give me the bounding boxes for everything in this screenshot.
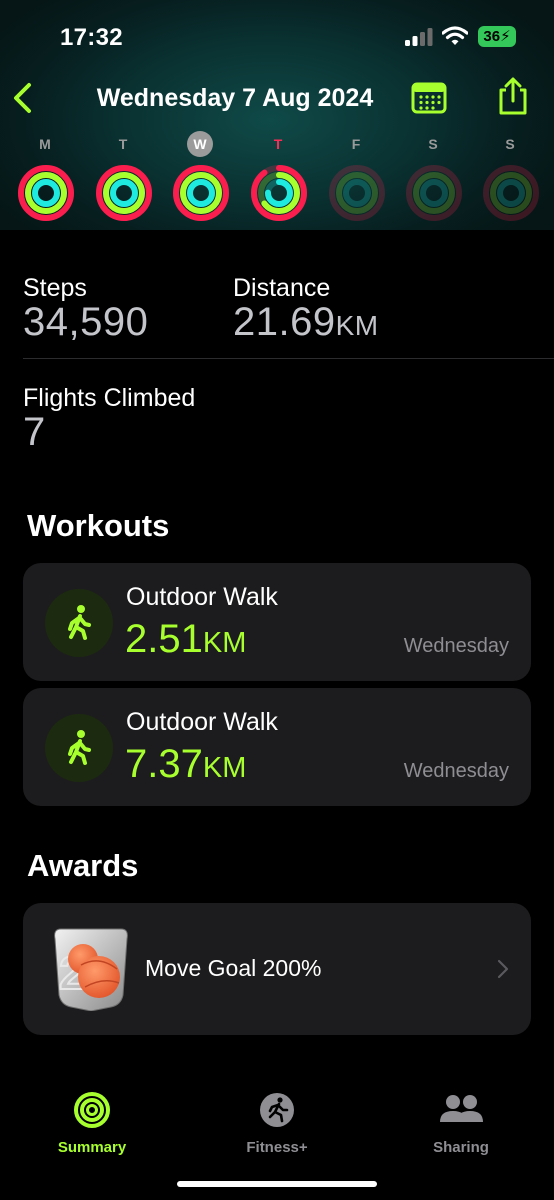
activity-rings-icon xyxy=(96,165,152,221)
workout-day: Wednesday xyxy=(403,760,509,782)
activity-rings-icon xyxy=(251,165,307,221)
workout-name: Outdoor Walk xyxy=(126,583,278,611)
stand-ring-progress xyxy=(110,179,138,207)
tab-label: Sharing xyxy=(433,1139,489,1156)
distance-value: 21.69KM xyxy=(233,300,379,345)
day-label: S xyxy=(505,136,515,152)
workout-icon-badge xyxy=(45,589,113,657)
workout-distance-unit: KM xyxy=(202,752,247,784)
steps-label: Steps xyxy=(23,274,87,302)
activity-rings-icon xyxy=(483,165,539,221)
day-6[interactable]: S xyxy=(480,132,540,221)
date-header: 17:32 36⚡ Wednesday 7 Aug 2024 M T W T F… xyxy=(0,0,554,230)
workout-day: Wednesday xyxy=(403,635,509,657)
steps-value: 34,590 xyxy=(23,300,149,344)
battery-level: 36 xyxy=(483,28,501,45)
activity-rings-icon xyxy=(173,165,229,221)
workout-distance-number: 7.37 xyxy=(125,742,203,786)
day-1[interactable]: T xyxy=(93,132,153,221)
day-3[interactable]: T xyxy=(248,132,308,221)
stand-ring-track xyxy=(420,179,448,207)
activity-rings-icon xyxy=(74,1092,110,1128)
day-2[interactable]: W xyxy=(170,131,230,221)
share-icon[interactable] xyxy=(496,76,530,116)
day-0[interactable]: M xyxy=(15,132,75,221)
day-label: S xyxy=(428,136,438,152)
day-label: F xyxy=(351,136,361,152)
flights-label: Flights Climbed xyxy=(23,384,196,412)
chevron-right-icon xyxy=(497,959,509,979)
tab-label: Summary xyxy=(57,1139,127,1156)
workout-distance-unit: KM xyxy=(202,627,247,659)
awards-heading: Awards xyxy=(27,848,139,883)
tab-sharing[interactable]: Sharing xyxy=(401,1090,521,1156)
day-label: W xyxy=(187,131,213,157)
home-indicator xyxy=(177,1181,377,1187)
divider xyxy=(23,358,554,359)
week-selector: MTWTFSS xyxy=(0,131,554,228)
stand-ring-track xyxy=(343,179,371,207)
walking-figure-icon xyxy=(68,730,91,765)
day-label: T xyxy=(118,136,128,152)
tab-summary[interactable]: Summary xyxy=(32,1090,152,1156)
flights-value: 7 xyxy=(23,410,46,454)
workout-card[interactable]: Outdoor Walk 2.51KM Wednesday xyxy=(23,563,531,681)
running-figure-icon xyxy=(260,1093,294,1127)
day-label: M xyxy=(39,136,51,152)
people-icon xyxy=(440,1095,483,1122)
nav-bar: Wednesday 7 Aug 2024 xyxy=(0,77,554,120)
wifi-icon xyxy=(442,26,468,45)
workouts-heading: Workouts xyxy=(27,508,170,543)
battery-indicator: 36⚡ xyxy=(478,26,516,47)
distance-label: Distance xyxy=(233,274,331,302)
status-bar: 17:32 36⚡ xyxy=(0,22,554,52)
day-4[interactable]: F xyxy=(326,132,386,221)
tab-fitness-plus[interactable]: Fitness+ xyxy=(217,1090,337,1156)
workout-distance: 7.37KM xyxy=(125,742,246,787)
stand-ring-progress xyxy=(187,179,215,207)
activity-rings-icon xyxy=(406,165,462,221)
cellular-signal-icon xyxy=(405,28,433,46)
stand-ring-track xyxy=(497,179,525,207)
workout-name: Outdoor Walk xyxy=(126,708,278,736)
award-name: Move Goal 200% xyxy=(145,955,322,981)
page-title: Wednesday 7 Aug 2024 xyxy=(96,84,374,112)
tab-label: Fitness+ xyxy=(246,1139,308,1156)
stand-ring-progress xyxy=(32,179,60,207)
workout-distance: 2.51KM xyxy=(125,617,246,662)
day-5[interactable]: S xyxy=(403,132,463,221)
distance-unit: KM xyxy=(335,310,379,341)
activity-rings-icon xyxy=(18,165,74,221)
workout-card[interactable]: Outdoor Walk 7.37KM Wednesday xyxy=(23,688,531,806)
calendar-icon[interactable] xyxy=(410,80,448,116)
workout-icon-badge xyxy=(45,714,113,782)
move-goal-200-badge: 2 xyxy=(54,928,128,1011)
distance-number: 21.69 xyxy=(233,300,336,344)
status-time: 17:32 xyxy=(60,24,123,51)
day-label: T xyxy=(273,136,283,152)
walking-figure-icon xyxy=(68,605,91,640)
workout-distance-number: 2.51 xyxy=(125,617,203,661)
activity-rings-icon xyxy=(329,165,385,221)
award-row[interactable]: 2 Move Goal 200% xyxy=(23,903,531,1035)
